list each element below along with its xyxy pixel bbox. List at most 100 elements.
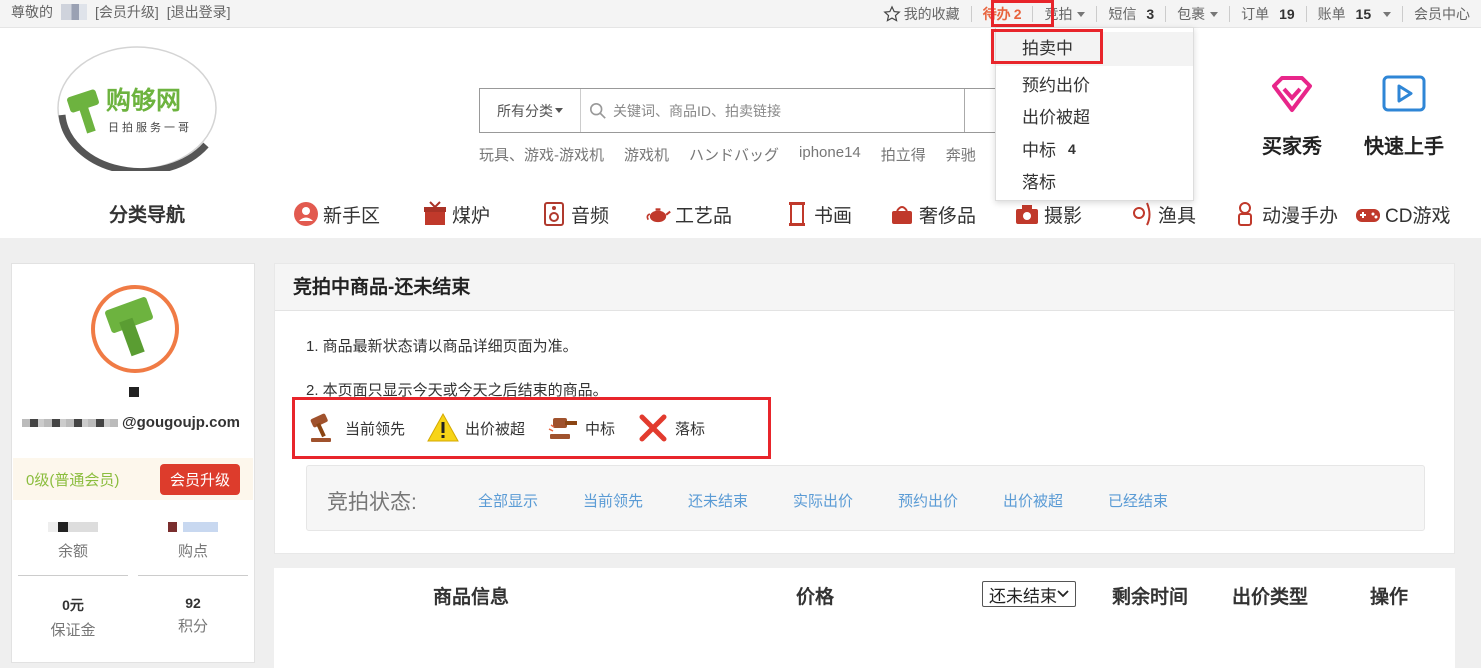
buyer-show-label: 买家秀 (1262, 136, 1322, 158)
top-bar-left: 尊敬的 [会员升级] [退出登录] (11, 2, 231, 22)
warning-icon (427, 412, 459, 442)
member-center-link[interactable]: 会员中心 (1402, 6, 1481, 22)
nickname-masked (129, 387, 139, 397)
menu-item-lost[interactable]: 落标 (1022, 168, 1056, 193)
deposit-stat: 0元 保证金 (18, 595, 128, 640)
hot-keyword[interactable]: ハンドバッグ (689, 144, 779, 165)
status-select-value: 还未结束 (989, 586, 1057, 606)
search-bar: 所有分类 关键词、商品ID、拍卖链接 (479, 88, 1009, 133)
hot-keyword[interactable]: 玩具、游戏-游戏机 (479, 144, 604, 165)
nav-item-label: 煤炉 (452, 205, 491, 227)
hot-keyword[interactable]: 游戏机 (624, 144, 669, 165)
nav-item-label: 新手区 (323, 205, 381, 227)
nav-item-mercari[interactable]: 煤炉 (422, 196, 490, 232)
member-upgrade-button[interactable]: 会员升级 (159, 463, 240, 495)
sms-label: 短信 (1108, 6, 1137, 22)
filter-option-scheduled-bid[interactable]: 预约出价 (898, 490, 958, 511)
filter-option-ended[interactable]: 已经结束 (1108, 490, 1168, 511)
fishing-hook-icon (1133, 202, 1151, 226)
column-header-bid-type: 出价类型 (1232, 587, 1309, 608)
scroll-icon (789, 202, 805, 226)
legend-label: 当前领先 (345, 420, 406, 438)
auction-panel: 竞拍中商品-还未结束 1. 商品最新状态请以商品详细页面为准。 2. 本页面只显… (274, 263, 1455, 554)
menu-item-won[interactable]: 中标 4 (1022, 136, 1076, 161)
handbag-icon (892, 206, 912, 224)
status-select[interactable]: 还未结束 (982, 581, 1076, 607)
chevron-down-icon (555, 108, 563, 113)
hot-keywords: 玩具、游戏-游戏机 游戏机 ハンドバッグ iphone14 拍立得 奔驰 (479, 144, 976, 165)
email-masked (22, 418, 118, 427)
deposit-label: 保证金 (50, 622, 96, 639)
chevron-down-icon (1057, 590, 1069, 598)
avatar[interactable] (91, 285, 179, 373)
legend-lost: 落标 (637, 412, 705, 444)
close-icon (639, 414, 667, 442)
legend-label: 中标 (585, 420, 616, 438)
hot-keyword[interactable]: 奔驰 (946, 144, 976, 165)
search-input[interactable]: 关键词、商品ID、拍卖链接 (581, 89, 964, 132)
nav-item-fishing[interactable]: 渔具 (1128, 196, 1196, 232)
score-label: 积分 (177, 618, 208, 635)
filter-option-not-ended[interactable]: 还未结束 (688, 490, 748, 511)
nav-item-photography[interactable]: 摄影 (1014, 196, 1082, 232)
auction-status-filter: 竞拍状态: 全部显示 当前领先 还未结束 实际出价 预约出价 出价被超 已经结束 (306, 465, 1425, 531)
logout-link[interactable]: [退出登录] (167, 2, 231, 22)
logo-slogan: 日拍服务一哥 (108, 120, 192, 134)
points-masked (168, 522, 218, 532)
user-icon (294, 202, 318, 226)
play-icon (1382, 75, 1426, 112)
sms-link[interactable]: 短信 3 (1096, 6, 1165, 22)
search-category-select[interactable]: 所有分类 (480, 89, 581, 132)
gift-box-icon (424, 201, 446, 225)
nav-item-label: 音频 (571, 205, 610, 227)
nav-item-anime-figures[interactable]: 动漫手办 (1232, 196, 1338, 232)
gavel-icon (310, 413, 331, 442)
menu-item-outbid[interactable]: 出价被超 (1022, 103, 1090, 128)
chevron-down-icon (1210, 11, 1219, 17)
quick-start-link[interactable]: 快速上手 (1364, 74, 1444, 159)
nav-item-beginner[interactable]: 新手区 (293, 196, 380, 232)
chevron-down-icon (1383, 11, 1391, 17)
category-nav: 分类导航 新手区 煤炉 音频 工艺品 书画 奢侈品 摄影 渔具 动漫手办 CD游… (0, 196, 1481, 232)
filter-option-all[interactable]: 全部显示 (478, 490, 538, 511)
nav-item-label: 动漫手办 (1262, 205, 1339, 227)
nav-item-painting[interactable]: 书画 (784, 196, 852, 232)
gavel-icon (105, 297, 153, 357)
filter-option-outbid[interactable]: 出价被超 (1003, 490, 1063, 511)
gamepad-icon (1356, 209, 1380, 222)
points-label: 购点 (177, 543, 208, 560)
username-masked (61, 4, 87, 20)
column-header-item: 商品信息 (433, 587, 510, 608)
greeting-text: 尊敬的 (11, 4, 53, 20)
auctioning-highlight-box (991, 29, 1103, 64)
hot-keyword[interactable]: 拍立得 (881, 144, 926, 165)
favorites-link[interactable]: 我的收藏 (872, 5, 971, 23)
orders-link[interactable]: 订单 19 (1229, 6, 1305, 22)
legend-won: 中标 (547, 412, 615, 444)
bills-menu-toggle[interactable]: 账单 15 (1305, 6, 1402, 22)
vip-upgrade-link[interactable]: [会员升级] (95, 2, 159, 22)
buyer-show-link[interactable]: 买家秀 (1262, 74, 1322, 159)
points-stat[interactable]: 购点 (138, 522, 248, 561)
menu-item-label: 中标 (1022, 141, 1056, 160)
balance-masked (48, 522, 98, 532)
nav-item-cd-games[interactable]: CD游戏 (1355, 196, 1450, 232)
column-header-action: 操作 (1370, 587, 1409, 608)
nav-item-label: 书画 (814, 205, 853, 227)
filter-option-actual-bid[interactable]: 实际出价 (793, 490, 853, 511)
nav-item-audio[interactable]: 音频 (541, 196, 609, 232)
filter-option-leading[interactable]: 当前领先 (583, 490, 643, 511)
nav-item-label: 摄影 (1044, 205, 1083, 227)
site-logo[interactable]: 购够网 日拍服务一哥 (56, 45, 218, 171)
nav-item-crafts[interactable]: 工艺品 (645, 196, 732, 232)
nav-item-luxury[interactable]: 奢侈品 (889, 196, 976, 232)
speaker-icon (544, 202, 564, 226)
divider (138, 575, 248, 576)
menu-item-scheduled-bid[interactable]: 预约出价 (1022, 71, 1090, 96)
search-icon (589, 102, 606, 119)
category-nav-title: 分类导航 (109, 205, 186, 226)
camera-icon (1016, 205, 1038, 224)
balance-stat[interactable]: 余额 (18, 522, 128, 561)
hot-keyword[interactable]: iphone14 (799, 144, 861, 165)
package-menu-toggle[interactable]: 包裹 (1165, 6, 1229, 22)
